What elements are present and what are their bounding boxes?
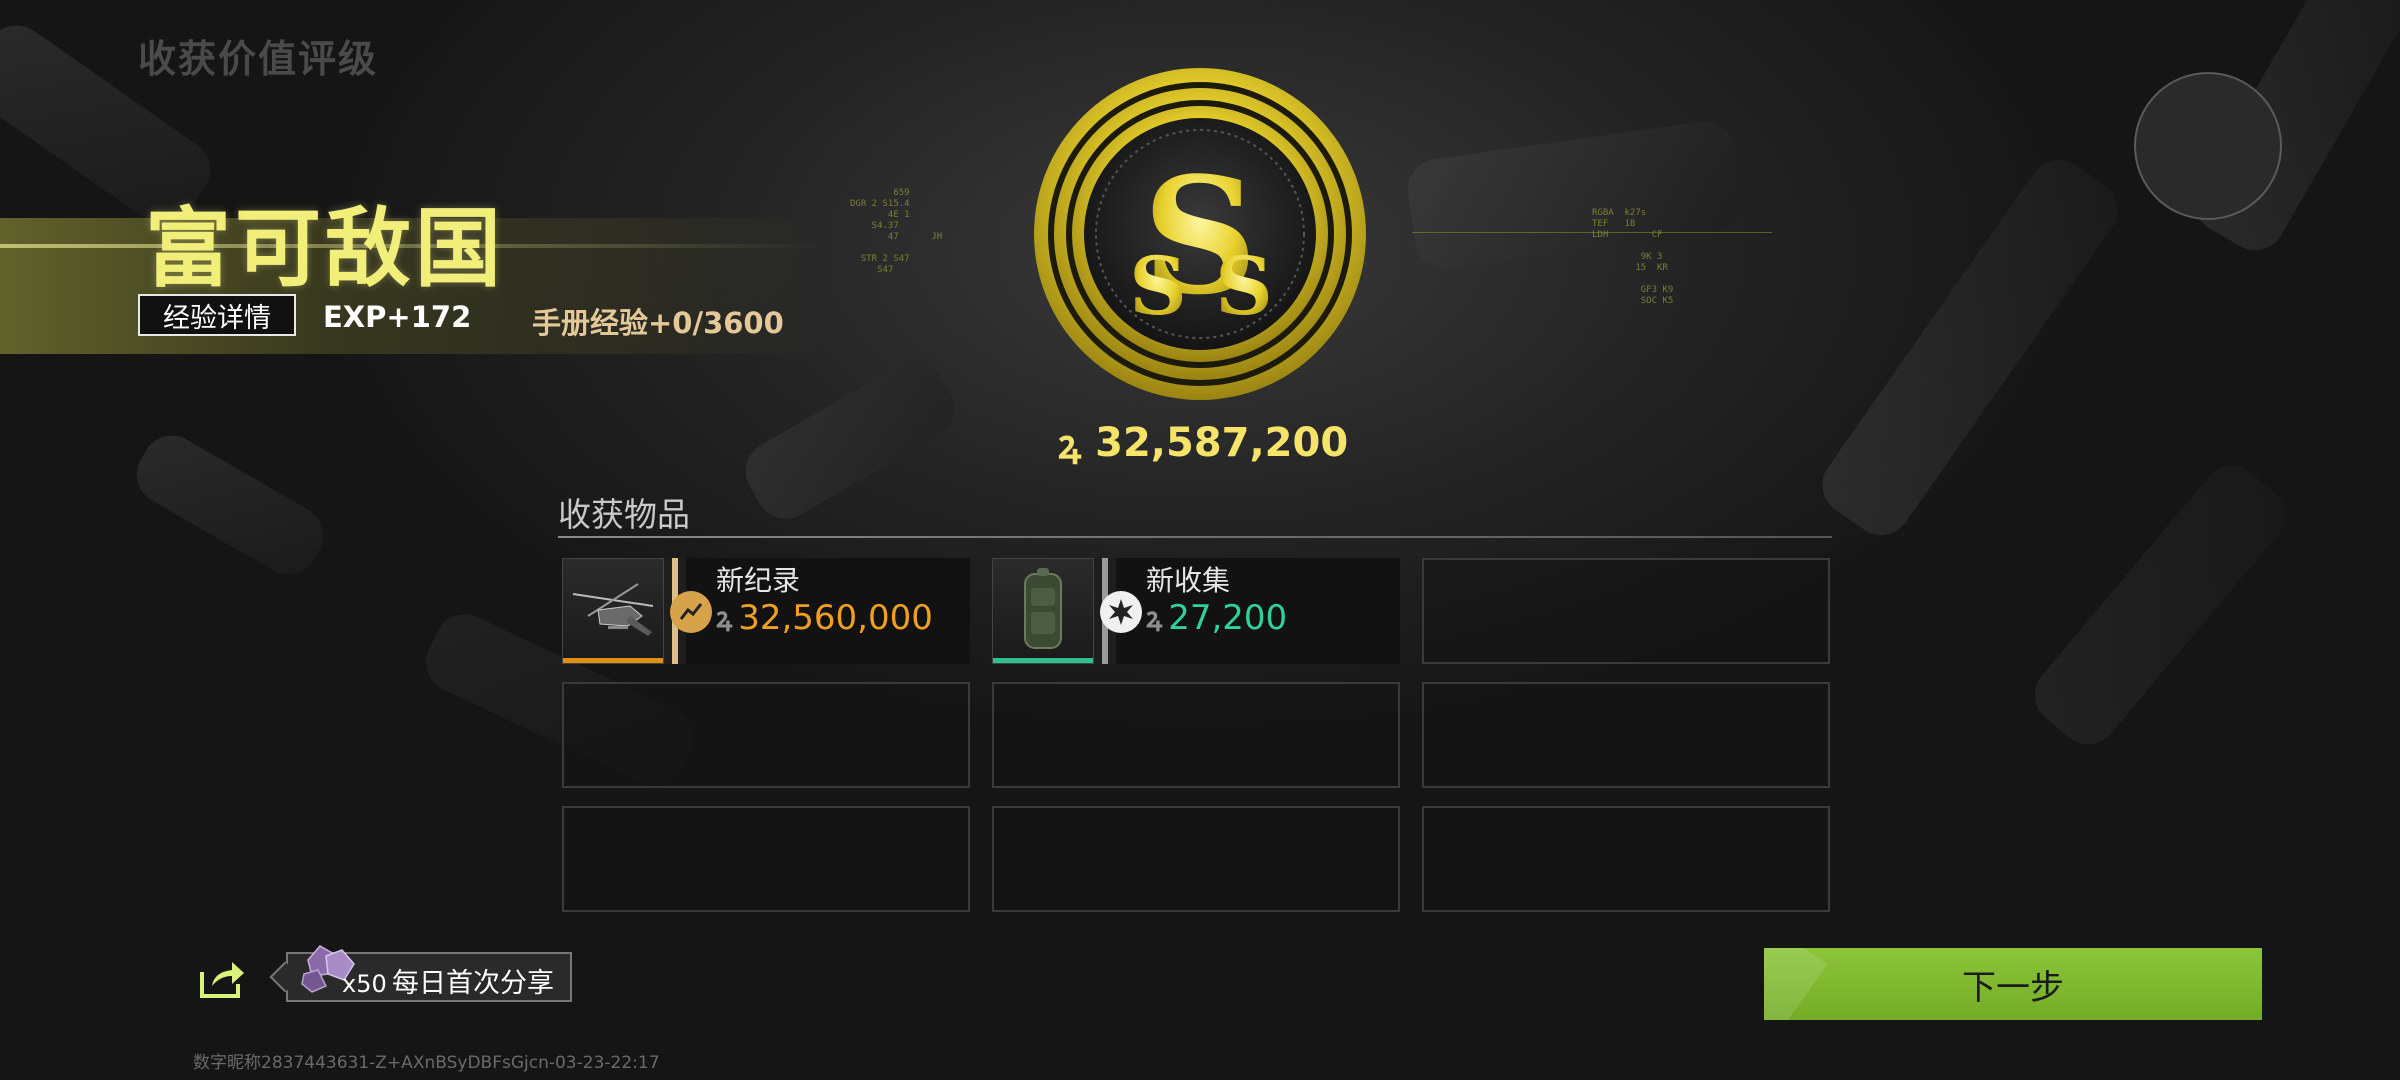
item-tag: 新纪录 <box>716 564 801 597</box>
bg-bullet <box>1810 148 2130 547</box>
avatar[interactable] <box>2134 72 2282 220</box>
currency-koen-icon: ꝝ <box>1058 421 1082 468</box>
next-button-label: 下一步 <box>1962 967 2064 1008</box>
empty-slot <box>1422 558 1830 664</box>
bg-bullet <box>734 350 966 530</box>
reward-count: x50 <box>342 970 387 998</box>
hud-line <box>1412 232 1772 233</box>
exp-gain: EXP+172 <box>323 300 472 334</box>
trend-up-icon <box>670 591 712 633</box>
harvest-item[interactable]: 新纪录 ꝝ 32,560,000 <box>562 558 970 664</box>
hud-readout: RGBA k27s TEF 1B LDH CF 9K 3 15 KR GF3 K… <box>1592 208 1674 306</box>
backpack-icon <box>992 558 1094 664</box>
total-value: ꝝ 32,587,200 <box>1058 415 1348 470</box>
empty-slot <box>1422 682 1830 788</box>
empty-slot <box>992 806 1400 912</box>
helicopter-icon <box>562 558 664 664</box>
divider <box>558 536 1832 538</box>
harvest-grid: 新纪录 ꝝ 32,560,000 新收集 ꝝ 27,200 <box>562 558 1830 912</box>
player-id: 数字昵称2837443631-Z+AXnBSyDBFsGjcn-03-23-22… <box>193 1053 660 1073</box>
rating-title: 富可敌国 <box>145 199 505 299</box>
rarity-bar <box>993 658 1093 663</box>
settlement-screen: 659 DGR 2 S15.4 4E 1 S4.37 47 JH STR 2 S… <box>0 0 2400 1080</box>
currency-koen-icon: ꝝ <box>1146 601 1163 634</box>
starburst-icon <box>1100 591 1142 633</box>
item-value-amount: 32,560,000 <box>738 598 933 638</box>
empty-slot <box>562 682 970 788</box>
empty-slot <box>562 806 970 912</box>
section-title: 收获物品 <box>558 495 690 534</box>
item-value-amount: 27,200 <box>1168 598 1288 638</box>
hud-readout: 659 DGR 2 S15.4 4E 1 S4.37 47 JH STR 2 S… <box>850 188 943 275</box>
rarity-bar <box>563 658 663 663</box>
exp-details-button[interactable]: 经验详情 <box>138 294 296 336</box>
share-icon[interactable] <box>198 958 246 1000</box>
badge-grade: S <box>1215 239 1273 333</box>
currency-koen-icon: ꝝ <box>716 601 733 634</box>
item-value: ꝝ 32,560,000 <box>716 598 933 638</box>
item-tag: 新收集 <box>1146 564 1231 597</box>
harvest-item[interactable]: 新收集 ꝝ 27,200 <box>992 558 1400 664</box>
bg-bullet <box>2022 453 2298 757</box>
next-button[interactable]: 下一步 <box>1764 948 2262 1020</box>
empty-slot <box>992 682 1400 788</box>
empty-slot <box>1422 806 1830 912</box>
grade-s-badge-icon: S S S <box>1034 68 1366 400</box>
page-title: 收获价值评级 <box>138 37 379 81</box>
bg-scope <box>1403 117 1747 273</box>
share-label: 每日首次分享 <box>392 968 554 999</box>
badge-grade: S <box>1129 239 1187 333</box>
item-value: ꝝ 27,200 <box>1146 598 1287 638</box>
total-value-amount: 32,587,200 <box>1095 419 1349 466</box>
daily-share-button[interactable]: x50 每日首次分享 <box>286 945 572 1002</box>
bg-bullet <box>125 424 335 586</box>
handbook-exp: 手册经验+0/3600 <box>532 306 784 340</box>
